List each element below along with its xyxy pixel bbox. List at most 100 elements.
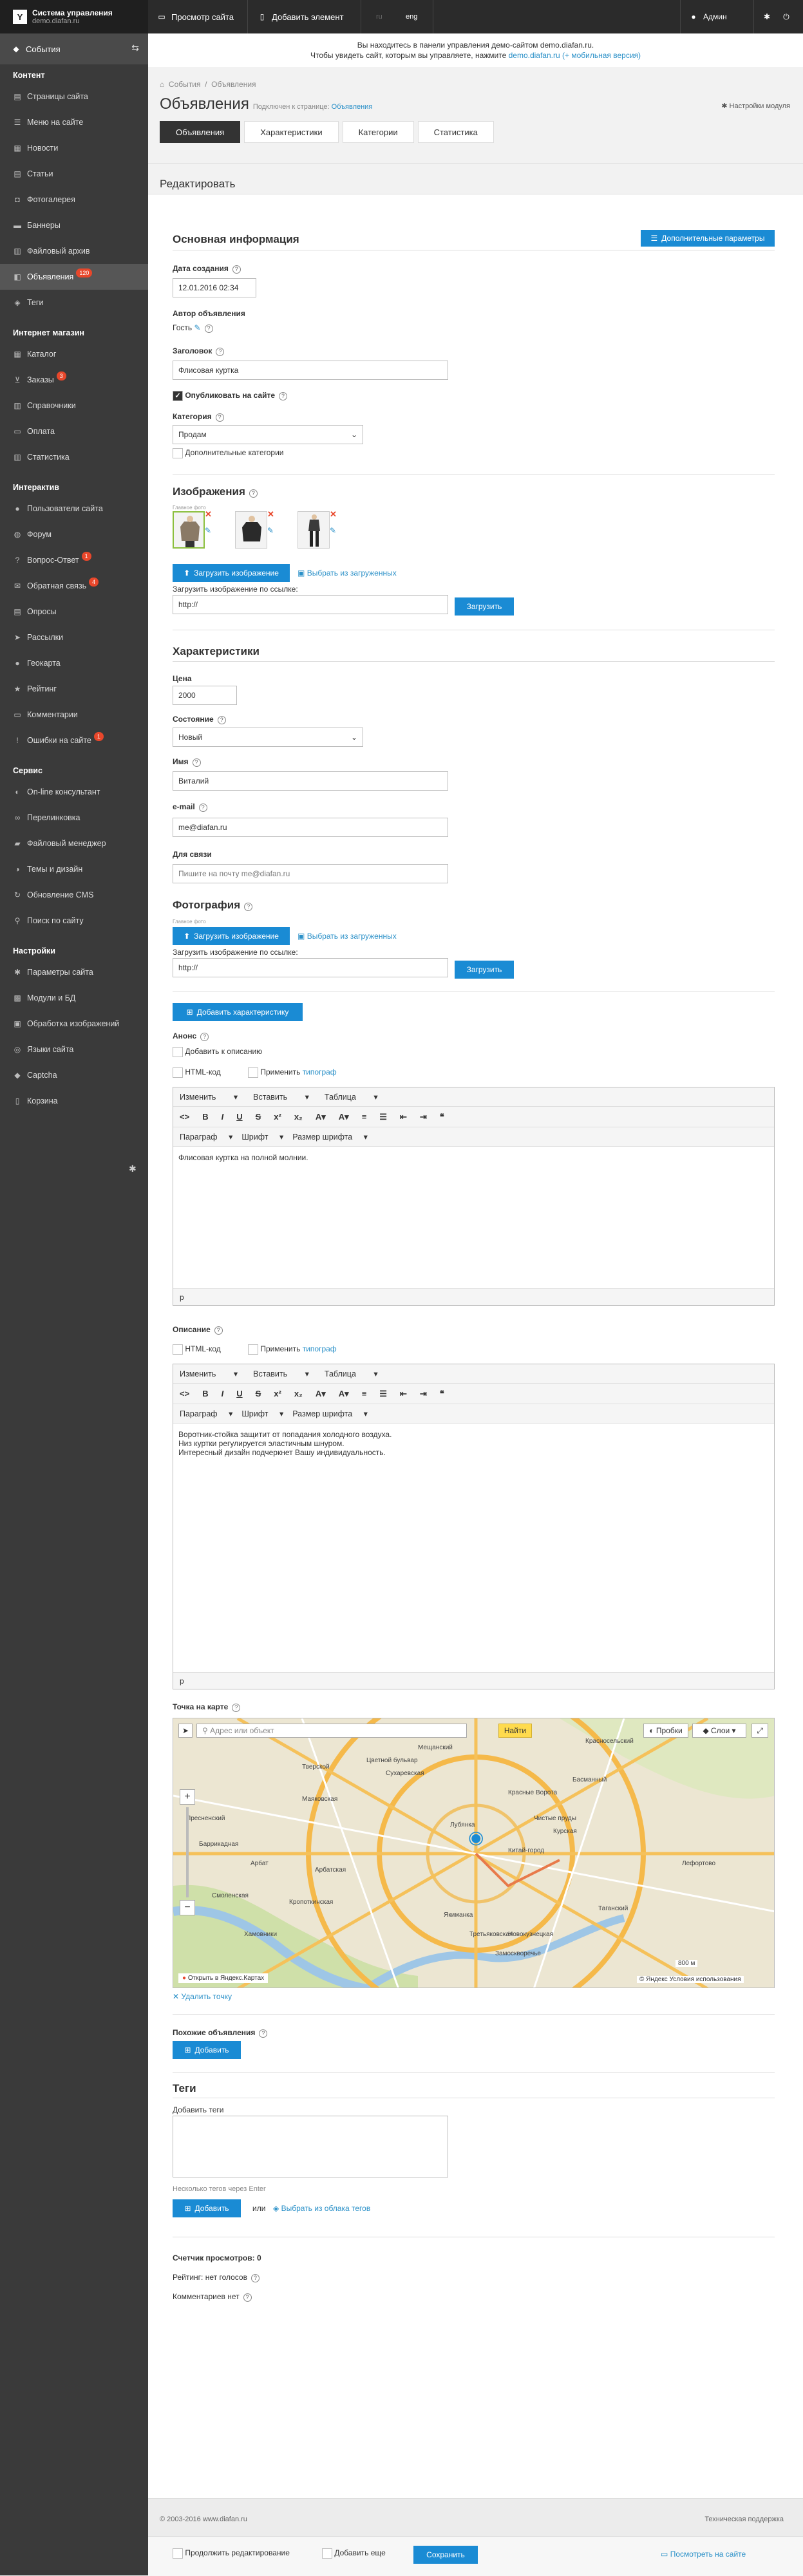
tab-categories[interactable]: Категории <box>342 121 414 143</box>
superscript-icon[interactable]: x² <box>274 1112 281 1122</box>
edit-image-icon[interactable]: ✎ <box>330 526 336 535</box>
map[interactable]: Тверской Басманный Хамовники Якиманка Красно… <box>173 1718 775 1988</box>
delete-point-link[interactable]: ✕ Удалить точку <box>173 1992 232 2001</box>
sidebar-item[interactable]: ▭ Комментарии <box>0 702 148 728</box>
sidebar-item[interactable]: ● Геокарта <box>0 650 148 676</box>
add-element-link[interactable]: ▯ Добавить элемент <box>258 0 344 33</box>
menu-insert[interactable]: Вставить ▾ <box>253 1092 309 1102</box>
menu-edit[interactable]: Изменить ▾ <box>180 1369 238 1378</box>
help-icon[interactable]: ? <box>217 716 226 724</box>
category-select[interactable]: Продам ⌄ <box>173 425 363 444</box>
strikethrough-icon[interactable]: S <box>256 1112 261 1122</box>
tags-textarea[interactable] <box>173 2116 448 2177</box>
image-thumb-1[interactable] <box>173 511 205 549</box>
extra-categories-checkbox[interactable]: Дополнительные категории <box>173 448 284 458</box>
paragraph-dropdown[interactable]: Параграф ▾ <box>180 1132 232 1142</box>
menu-insert[interactable]: Вставить ▾ <box>253 1369 309 1378</box>
quote-icon[interactable]: ❝ <box>440 1112 444 1122</box>
help-icon[interactable]: ? <box>232 265 241 274</box>
sidebar-settings-icon[interactable]: ✱ <box>129 1163 137 1174</box>
heading-input[interactable]: Флисовая куртка <box>173 361 448 380</box>
upload-image-button[interactable]: ⬆ Загрузить изображение <box>173 564 290 582</box>
sidebar-item[interactable]: ◑ Темы и дизайн <box>0 856 148 882</box>
sidebar-item[interactable]: ▯ Корзина <box>0 1088 148 1114</box>
open-in-yandex-link[interactable]: ● Открыть в Яндекс.Картах <box>178 1973 269 1983</box>
font-dropdown[interactable]: Шрифт ▾ <box>241 1132 283 1142</box>
help-icon[interactable]: ? <box>250 2274 260 2282</box>
tags-cloud-link[interactable]: ◈ Выбрать из облака тегов <box>273 2204 370 2213</box>
help-icon[interactable]: ? <box>204 324 213 333</box>
tab-characteristics[interactable]: Характеристики <box>244 121 339 143</box>
zoom-out-button[interactable]: − <box>180 1900 195 1915</box>
italic-icon[interactable]: I <box>222 1112 224 1122</box>
checkbox[interactable] <box>173 448 183 458</box>
menu-table[interactable]: Таблица ▾ <box>325 1369 378 1378</box>
locate-icon[interactable]: ➤ <box>178 1724 193 1738</box>
checkbox[interactable] <box>173 1047 183 1057</box>
app-logo[interactable]: Y Система управления demo.diafan.ru <box>0 0 148 33</box>
sidebar-item[interactable]: ▣ Обработка изображений <box>0 1011 148 1037</box>
add-to-desc-checkbox[interactable]: Добавить к описанию <box>173 1047 262 1057</box>
help-icon[interactable]: ? <box>249 489 258 498</box>
font-size-dropdown[interactable]: Размер шрифта ▾ <box>292 1132 368 1142</box>
sidebar-events[interactable]: ◆ События ⇆ <box>0 33 148 64</box>
notice-site-link[interactable]: demo.diafan.ru <box>509 51 560 60</box>
help-icon[interactable]: ? <box>243 2293 252 2302</box>
sidebar-item[interactable]: ? Вопрос-Ответ 1 <box>0 547 148 573</box>
bg-color-icon[interactable]: A▾ <box>339 1389 349 1399</box>
sidebar-item[interactable]: ∞ Перелинковка <box>0 805 148 831</box>
view-on-site-link[interactable]: ▭ Посмотреть на сайте <box>661 2550 746 2559</box>
help-icon[interactable]: ? <box>232 1704 241 1712</box>
sidebar-item[interactable]: ! Ошибки на сайте 1 <box>0 728 148 753</box>
module-settings-link[interactable]: ✱ Настройки модуля <box>721 102 790 110</box>
help-icon[interactable]: ? <box>198 804 207 812</box>
logout-button[interactable]: ⏻ <box>782 0 796 33</box>
quote-icon[interactable]: ❝ <box>440 1389 444 1399</box>
paragraph-dropdown[interactable]: Параграф ▾ <box>180 1409 232 1418</box>
edit-image-icon[interactable]: ✎ <box>267 526 274 535</box>
desc-html-checkbox[interactable]: HTML-код <box>173 1344 221 1355</box>
sidebar-item[interactable]: ▤ Страницы сайта <box>0 84 148 109</box>
lang-ru[interactable]: ru <box>376 0 383 33</box>
checkbox[interactable] <box>173 1067 183 1078</box>
state-select[interactable]: Новый ⌄ <box>173 728 363 747</box>
text-color-icon[interactable]: A▾ <box>316 1112 326 1122</box>
tab-ads[interactable]: Объявления <box>160 121 241 143</box>
help-icon[interactable]: ? <box>192 758 201 767</box>
save-button[interactable]: Сохранить <box>413 2546 478 2564</box>
checkbox[interactable] <box>173 1344 183 1355</box>
anons-editor-body[interactable]: Флисовая куртка на полной молнии. <box>173 1147 774 1288</box>
lang-en[interactable]: eng <box>406 0 417 33</box>
sidebar-item[interactable]: ▦ Каталог <box>0 341 148 367</box>
sidebar-item[interactable]: ⊻ Заказы 3 <box>0 367 148 393</box>
map-traffic-button[interactable]: ◐ Пробки <box>643 1724 688 1738</box>
add-more-checkbox[interactable]: Добавить еще <box>322 2548 386 2559</box>
numbered-list-icon[interactable]: ≡ <box>362 1389 367 1398</box>
zoom-slider[interactable] <box>186 1807 189 1897</box>
view-site-link[interactable]: ▭ Просмотр сайта <box>157 0 234 33</box>
outdent-icon[interactable]: ⇤ <box>400 1112 407 1122</box>
publish-checkbox[interactable]: ✓ Опубликовать на сайте? <box>173 391 288 401</box>
home-icon[interactable]: ⌂ <box>160 80 164 89</box>
breadcrumb-ads[interactable]: Объявления <box>211 80 256 89</box>
add-characteristic-button[interactable]: ⊞ Добавить характеристику <box>173 1003 303 1021</box>
sidebar-item[interactable]: ▥ Справочники <box>0 393 148 418</box>
sidebar-item[interactable]: ◈ Теги <box>0 290 148 315</box>
add-similar-button[interactable]: ⊞ Добавить <box>173 2041 241 2059</box>
menu-table[interactable]: Таблица ▾ <box>325 1092 378 1102</box>
image-url-input[interactable]: http:// <box>173 595 448 614</box>
sidebar-item[interactable]: ▩ Модули и БД <box>0 985 148 1011</box>
zoom-in-button[interactable]: + <box>180 1789 195 1805</box>
help-icon[interactable]: ? <box>215 413 224 422</box>
superscript-icon[interactable]: x² <box>274 1389 281 1398</box>
bullet-list-icon[interactable]: ☰ <box>379 1112 387 1122</box>
numbered-list-icon[interactable]: ≡ <box>362 1112 367 1122</box>
code-icon[interactable]: <> <box>180 1112 189 1122</box>
help-icon[interactable]: ? <box>200 1033 209 1041</box>
bold-icon[interactable]: B <box>202 1389 208 1398</box>
map-pin-icon[interactable]: ◉ <box>468 1827 484 1848</box>
sidebar-item[interactable]: ▦ Новости <box>0 135 148 161</box>
sidebar-item[interactable]: ⚲ Поиск по сайту <box>0 908 148 934</box>
desc-editor[interactable]: Изменить ▾ Вставить ▾ Таблица ▾ <> B I U Sx²… <box>173 1364 775 1689</box>
sidebar-item[interactable]: ◎ Языки сайта <box>0 1037 148 1062</box>
